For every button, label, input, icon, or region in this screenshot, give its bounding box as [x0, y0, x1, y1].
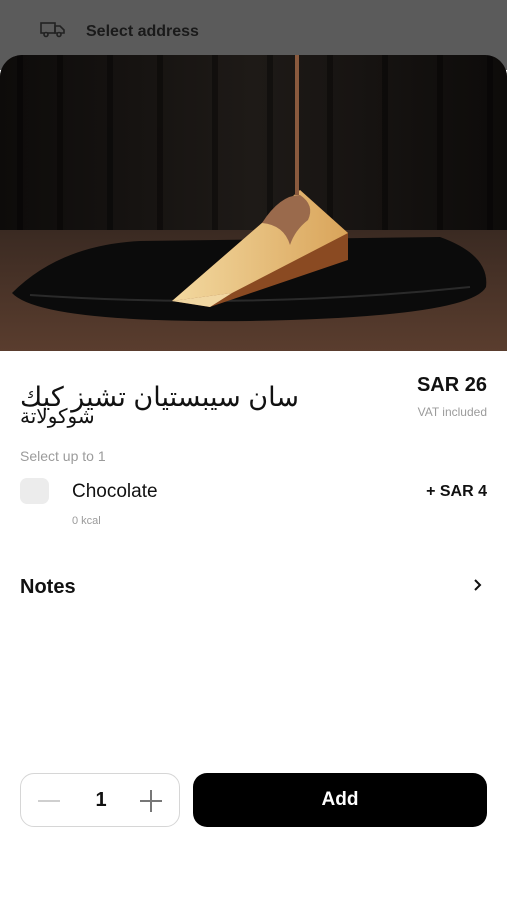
- notes-label: Notes: [20, 576, 76, 598]
- minus-icon[interactable]: [35, 788, 63, 814]
- notes-row[interactable]: Notes: [20, 570, 487, 606]
- option-price: + SAR 4: [426, 483, 487, 500]
- option-chocolate[interactable]: Chocolate + SAR 4: [20, 474, 487, 514]
- product-image: [0, 55, 507, 351]
- vat-note: VAT included: [417, 405, 487, 419]
- add-to-cart-button[interactable]: Add: [193, 773, 487, 827]
- select-address-label: Select address: [86, 22, 199, 40]
- chevron-right-icon: [473, 578, 483, 597]
- option-label: Chocolate: [72, 481, 158, 502]
- option-kcal: 0 kcal: [72, 515, 101, 527]
- product-price: SAR 26: [416, 374, 487, 396]
- plus-icon[interactable]: [137, 788, 165, 814]
- select-address-button[interactable]: Select address: [40, 20, 199, 43]
- quantity-value: 1: [95, 789, 107, 811]
- option-group-title: شوكولاتة: [20, 406, 95, 428]
- option-checkbox[interactable]: [20, 478, 49, 504]
- quantity-stepper: 1: [20, 773, 180, 827]
- truck-icon: [40, 20, 66, 43]
- option-group-subtitle: Select up to 1: [20, 448, 106, 464]
